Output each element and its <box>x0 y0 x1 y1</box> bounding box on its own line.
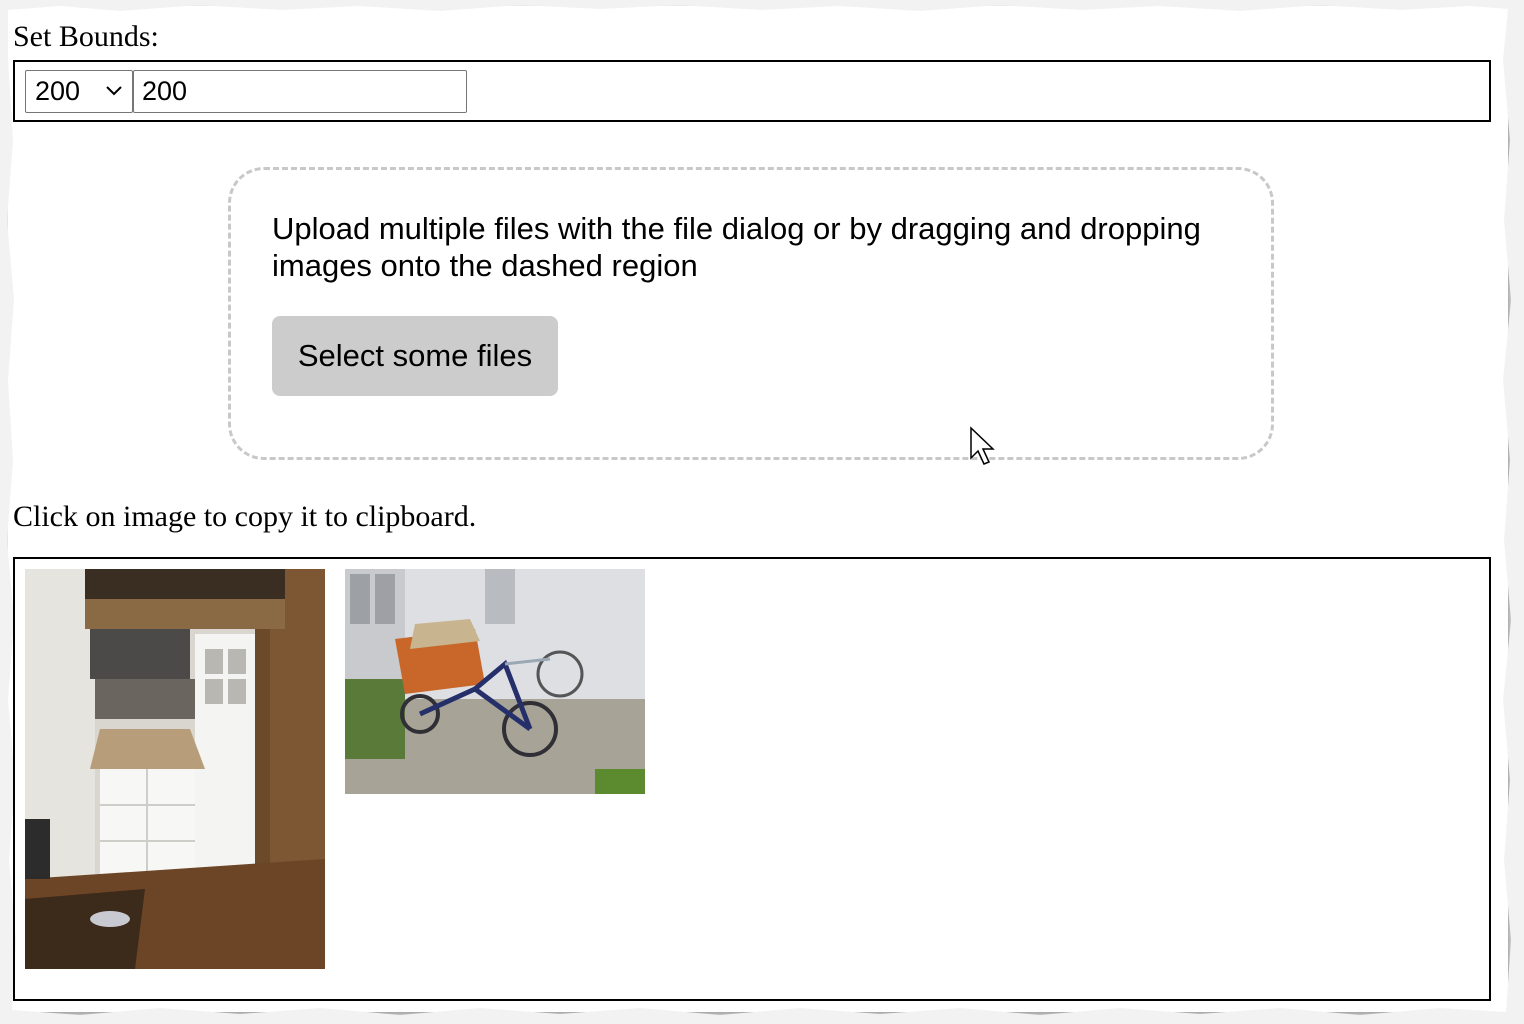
page-content: Set Bounds: 200 Upload multiple files wi… <box>13 12 1491 1001</box>
thumbnail-bike-image[interactable] <box>345 569 645 794</box>
bounds-input[interactable] <box>133 69 467 113</box>
chevron-down-icon <box>106 85 122 95</box>
image-gallery <box>13 557 1491 1001</box>
bounds-select-value: 200 <box>35 75 81 106</box>
clipboard-hint: Click on image to copy it to clipboard. <box>13 500 477 533</box>
set-bounds-label: Set Bounds: <box>13 20 159 53</box>
bounds-panel: 200 <box>13 60 1491 122</box>
thumbnail-room-image[interactable] <box>25 569 325 969</box>
dropzone[interactable]: Upload multiple files with the file dial… <box>228 167 1274 460</box>
mouse-pointer-icon <box>970 426 995 465</box>
select-files-button[interactable]: Select some files <box>272 316 558 396</box>
bounds-select[interactable]: 200 <box>25 69 133 113</box>
upload-instructions: Upload multiple files with the file dial… <box>272 211 1201 283</box>
